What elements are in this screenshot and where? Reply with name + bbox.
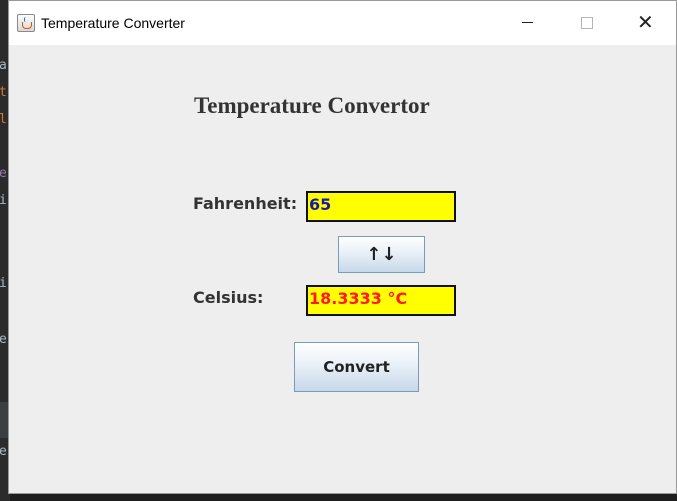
convert-button[interactable]: Convert <box>294 342 419 392</box>
minimize-icon <box>522 22 533 23</box>
java-cup-icon[interactable] <box>17 14 35 32</box>
convert-button-label: Convert <box>323 358 390 376</box>
fahrenheit-input[interactable]: 65 <box>306 191 456 222</box>
close-icon: ✕ <box>637 10 654 34</box>
page-title: Temperature Convertor <box>194 93 430 118</box>
close-button[interactable]: ✕ <box>617 1 673 45</box>
celsius-output[interactable]: 18.3333 °C <box>306 285 456 316</box>
fahrenheit-label: Fahrenheit: <box>193 194 298 213</box>
title-bar[interactable]: Temperature Converter ✕ <box>9 1 676 45</box>
window-title: Temperature Converter <box>41 15 185 31</box>
swap-button[interactable]: ↑↓ <box>338 236 425 273</box>
minimize-button[interactable] <box>499 1 555 45</box>
maximize-icon <box>581 17 593 29</box>
maximize-button[interactable] <box>559 1 615 45</box>
converter-window: Temperature Converter ✕ Temperature Conv… <box>8 0 677 494</box>
background-panel <box>0 402 8 438</box>
swap-arrows-icon: ↑↓ <box>366 244 397 265</box>
celsius-label: Celsius: <box>193 288 264 307</box>
